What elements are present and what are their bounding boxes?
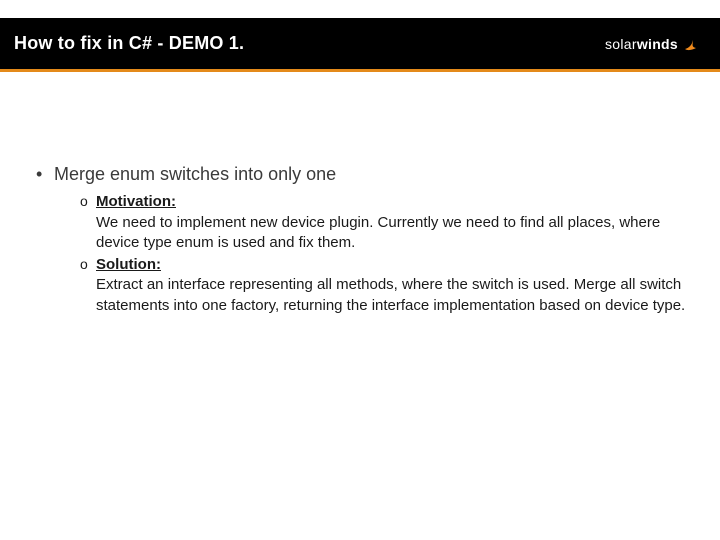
sub-bullet-body: Extract an interface representing all me… bbox=[96, 275, 692, 316]
slide-title: How to fix in C# - DEMO 1. bbox=[14, 33, 244, 54]
bullet-list: Merge enum switches into only one Motiva… bbox=[28, 162, 692, 316]
slide: How to fix in C# - DEMO 1. solarwinds Me… bbox=[0, 0, 720, 540]
content-area: Merge enum switches into only one Motiva… bbox=[28, 162, 692, 324]
brand-name: solarwinds bbox=[605, 36, 678, 52]
bullet-text: Merge enum switches into only one bbox=[54, 164, 336, 184]
sub-bullet-list: Motivation: We need to implement new dev… bbox=[54, 192, 692, 316]
list-item: Motivation: We need to implement new dev… bbox=[80, 192, 692, 253]
sub-bullet-heading: Motivation: bbox=[96, 193, 176, 210]
list-item: Merge enum switches into only one Motiva… bbox=[36, 162, 692, 316]
list-item: Solution: Extract an interface represent… bbox=[80, 255, 692, 316]
sub-bullet-body: We need to implement new device plugin. … bbox=[96, 213, 692, 254]
flame-icon bbox=[682, 34, 702, 54]
sub-bullet-heading: Solution: bbox=[96, 256, 161, 273]
brand-logo: solarwinds bbox=[605, 34, 702, 54]
title-band: How to fix in C# - DEMO 1. solarwinds bbox=[0, 18, 720, 72]
